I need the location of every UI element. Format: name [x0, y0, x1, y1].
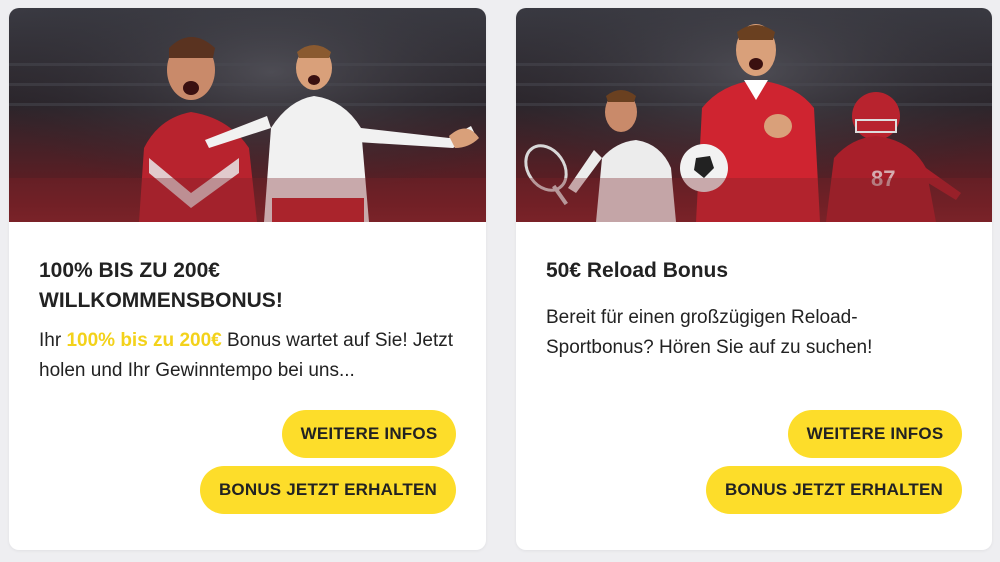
banner-illustration — [9, 8, 486, 222]
football-players-banner — [9, 8, 486, 222]
offer-title: 50€ Reload Bonus — [546, 259, 729, 282]
offer-title: 100% BIS ZU 200€ WILLKOMMENSBONUS! — [39, 259, 283, 312]
multi-sport-players-banner: 87 — [516, 8, 992, 222]
offer-description: Ihr 100% bis zu 200€ Bonus wartet auf Si… — [39, 326, 456, 386]
claim-bonus-button[interactable]: BONUS JETZT ERHALTEN — [706, 466, 962, 514]
more-info-button[interactable]: WEITERE INFOS — [282, 410, 456, 458]
welcome-bonus-card: 100% BIS ZU 200€ WILLKOMMENSBONUS! Ihr 1… — [9, 8, 486, 550]
reload-bonus-card: 87 50€ Reload Bonus Bereit für einen gro… — [516, 8, 992, 550]
claim-bonus-button[interactable]: BONUS JETZT ERHALTEN — [200, 466, 456, 514]
offer-description: Bereit für einen großzügigen Reload-Spor… — [546, 307, 873, 358]
banner-illustration: 87 — [516, 8, 992, 222]
bonus-amount-highlight: 100% bis zu 200€ — [66, 330, 222, 351]
description-text: Ihr — [39, 330, 67, 351]
more-info-button[interactable]: WEITERE INFOS — [788, 410, 962, 458]
